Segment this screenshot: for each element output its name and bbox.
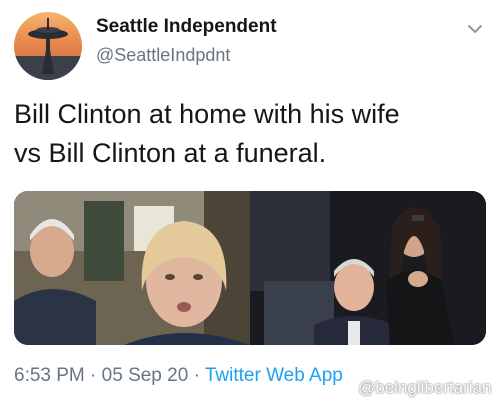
tweet-date[interactable]: 05 Sep 20 <box>102 365 189 386</box>
tweet-time[interactable]: 6:53 PM <box>14 365 85 386</box>
tweet-source-link[interactable]: Twitter Web App <box>205 365 343 386</box>
media-photos <box>14 191 486 345</box>
tweet-text-line-2: vs Bill Clinton at a funeral. <box>14 138 327 168</box>
chevron-down-icon[interactable] <box>466 20 484 38</box>
meta-separator: · <box>90 365 97 386</box>
tweet-text-line-1: Bill Clinton at home with his wife <box>14 99 400 129</box>
space-needle-icon <box>14 18 82 80</box>
tweet-meta: 6:53 PM · 05 Sep 20 · Twitter Web App <box>14 365 343 387</box>
meta-separator: · <box>193 365 200 386</box>
avatar[interactable] <box>14 12 82 80</box>
photo-panel-funeral <box>250 191 486 345</box>
author-handle[interactable]: @SeattleIndpdnt <box>96 45 230 66</box>
tweet-media[interactable] <box>14 191 486 345</box>
tweet-text: Bill Clinton at home with his wife vs Bi… <box>14 95 484 173</box>
photo-panel-home <box>14 191 250 345</box>
watermark: @beinglibertarian <box>358 378 492 397</box>
author-name[interactable]: Seattle Independent <box>96 16 277 38</box>
